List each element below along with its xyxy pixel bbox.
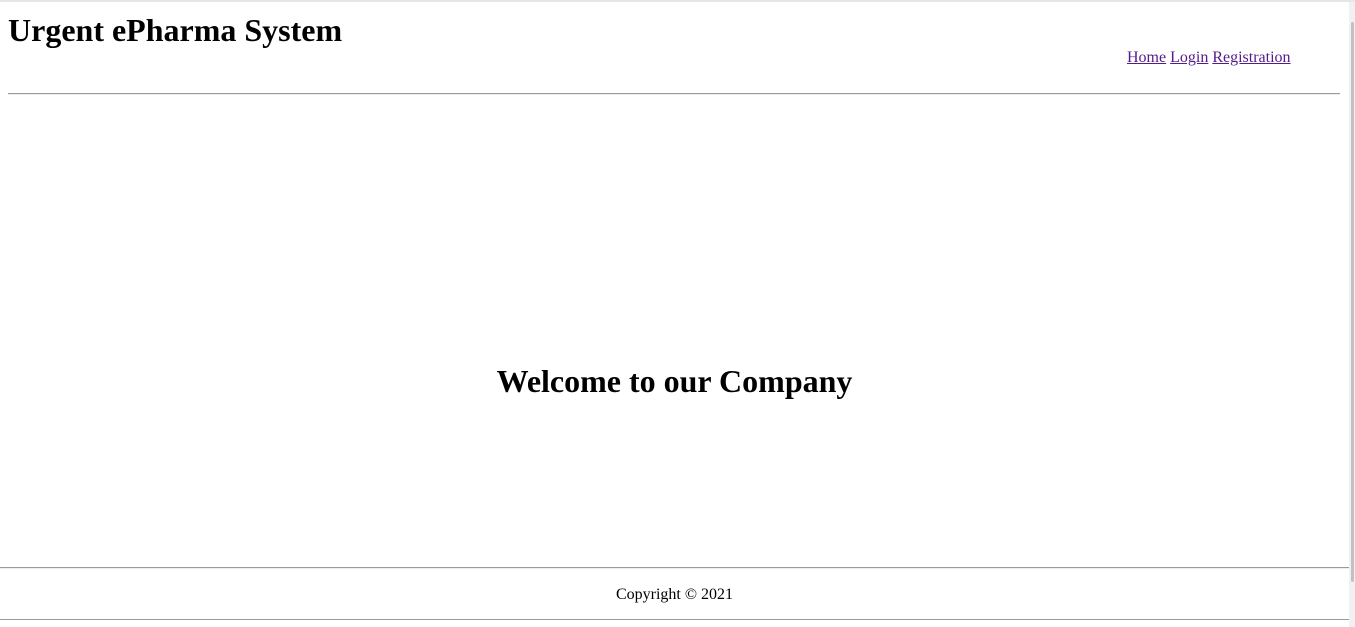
welcome-heading: Welcome to our Company (496, 363, 853, 399)
nav-link-home[interactable]: Home (1127, 49, 1166, 66)
nav-link-registration[interactable]: Registration (1212, 49, 1290, 66)
site-title: Urgent ePharma System (8, 12, 343, 48)
scrollbar-thumb[interactable] (1351, 22, 1354, 582)
footer-copyright: Copyright © 2021 (615, 586, 734, 603)
footer-divider-bottom (0, 619, 1355, 620)
header-divider (8, 93, 1340, 95)
nav-link-login[interactable]: Login (1170, 49, 1208, 66)
top-nav: Home Login Registration (1127, 48, 1291, 68)
footer-divider-top (0, 567, 1349, 569)
page: Urgent ePharma System Home Login Registr… (0, 0, 1355, 627)
